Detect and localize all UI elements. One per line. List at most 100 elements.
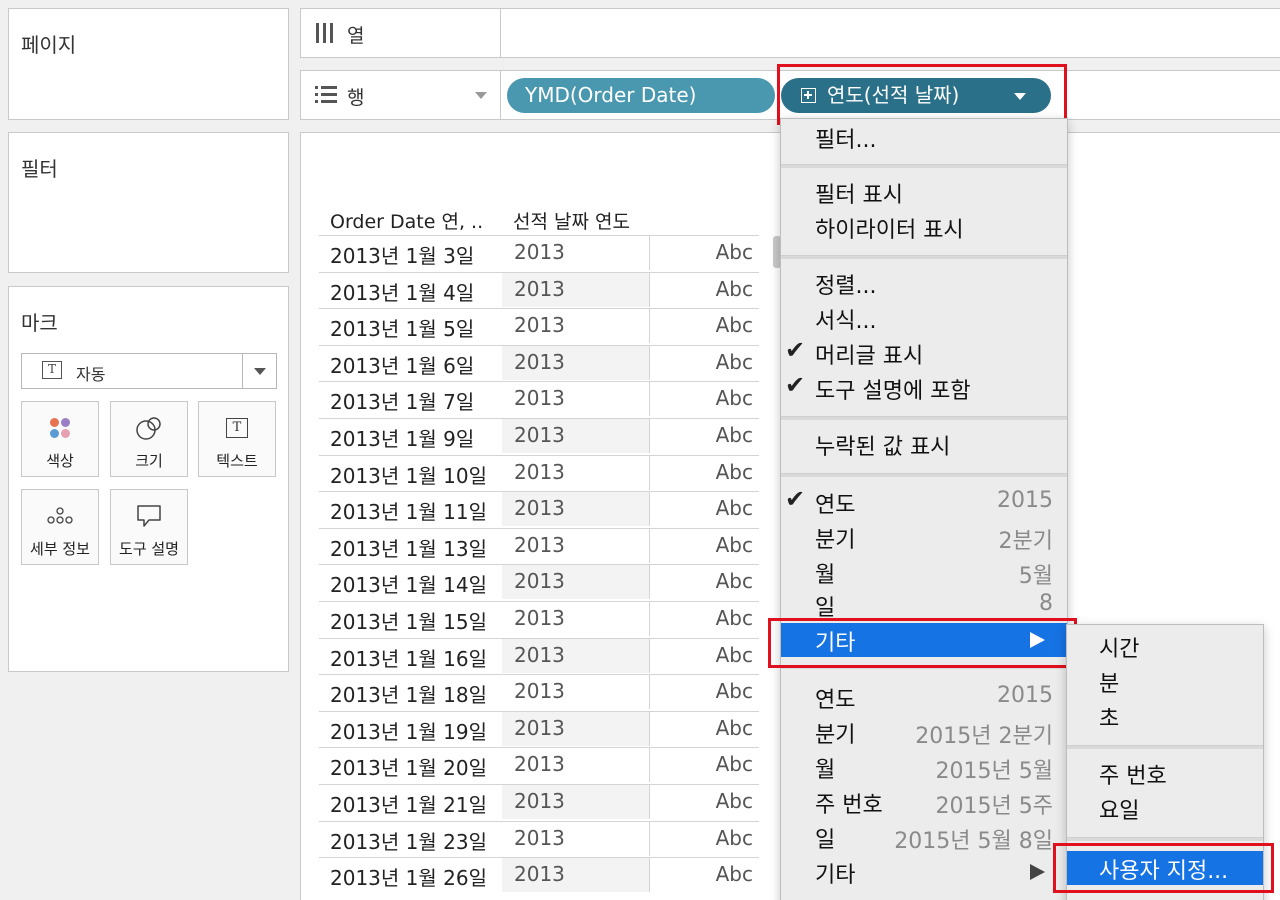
cell-order-date: 2013년 1월 10일 [330,463,487,488]
table-row[interactable]: 2013년 1월 19일 2013 Abc [319,710,759,746]
menu-item-day[interactable]: 일8 [781,588,1067,622]
cell-text-mark: Abc [715,496,753,521]
detail-button-label: 세부 정보 [30,540,90,558]
table-row[interactable]: 2013년 1월 10일 2013 Abc [319,454,759,490]
menu-item-example: 8 [1039,591,1053,616]
header-order-date[interactable]: Order Date 연, .. [330,207,483,234]
table-row[interactable]: 2013년 1월 3일 2013 Abc [319,235,759,270]
cell-ship-year: 2013 [502,602,650,636]
size-button[interactable]: 크기 [110,401,188,477]
cell-order-date: 2013년 1월 26일 [330,866,487,891]
menu-item-label: 연도 [815,493,856,518]
table-row[interactable]: 2013년 1월 6일 2013 Abc [319,344,759,380]
tooltip-button[interactable]: 도구 설명 [110,489,188,565]
table-row[interactable]: 2013년 1월 9일 2013 Abc [319,418,759,453]
table-row[interactable]: 2013년 1월 15일 2013 Abc [319,601,759,636]
menu-item-sort[interactable]: 정렬... [781,266,1067,300]
submenu-item-minute[interactable]: 분 [1067,664,1263,698]
cell-order-date: 2013년 1월 6일 [330,353,475,378]
menu-item-show-header[interactable]: ✔ 머리글 표시 [781,336,1067,370]
submenu-item-week-number[interactable]: 주 번호 [1067,756,1263,790]
menu-item-quarter[interactable]: 분기 2분기 [781,520,1067,554]
table-row[interactable]: 2013년 1월 21일 2013 Abc [319,784,759,819]
menu-item-label: 서식... [815,309,877,334]
menu-item-show-highlighter[interactable]: 하이라이터 표시 [781,210,1067,244]
cell-order-date: 2013년 1월 7일 [330,390,475,415]
cell-ship-year: 2013 [502,675,650,710]
cell-text-mark: Abc [715,386,753,411]
cell-order-date: 2013년 1월 16일 [330,646,487,671]
submenu-item-second[interactable]: 초 [1067,699,1263,733]
pill-ymd-order-date[interactable]: YMD(Order Date) [507,78,775,113]
menu-item-show-missing[interactable]: 누락된 값 표시 [781,427,1067,461]
menu-item-label: 일 [815,828,836,853]
tooltip-icon [111,502,187,530]
table-row[interactable]: 2013년 1월 7일 2013 Abc [319,381,759,417]
cell-text-mark: Abc [715,423,753,447]
table-row[interactable]: 2013년 1월 26일 2013 Abc [319,857,759,893]
text-button[interactable]: T 텍스트 [198,401,276,477]
menu-item-month[interactable]: 월 5월 [781,555,1067,589]
menu-item-exact-more[interactable]: 기타 [781,855,1067,889]
submenu-item-weekday[interactable]: 요일 [1067,791,1263,825]
menu-item-label: 누락된 값 표시 [815,435,951,460]
filters-panel-title: 필터 [21,157,58,181]
marks-panel-title: 마크 [21,311,58,335]
menu-item-include-tooltip[interactable]: ✔ 도구 설명에 포함 [781,371,1067,405]
cell-text-mark: Abc [715,240,753,264]
cell-text-mark: Abc [715,642,753,667]
rows-icon [315,86,337,108]
cell-ship-year: 2013 [502,455,650,490]
cell-text-mark: Abc [715,679,753,704]
cell-order-date: 2013년 1월 13일 [330,536,487,561]
highlight-box-pill [777,64,1067,125]
mark-type-dropdown[interactable]: T 자동 [21,353,277,389]
highlight-box-more [768,618,1077,668]
cell-order-date: 2013년 1월 23일 [330,829,487,854]
cell-order-date: 2013년 1월 18일 [330,683,487,708]
menu-item-exact-month[interactable]: 월 2015년 5월 [781,750,1067,784]
submenu-item-hour[interactable]: 시간 [1067,629,1263,663]
table-row[interactable]: 2013년 1월 20일 2013 Abc [319,747,759,783]
size-circles-icon [111,414,187,442]
menu-item-example: 2015 [997,683,1053,708]
menu-item-exact-year[interactable]: 연도 2015 [781,680,1067,714]
cell-ship-year: 2013 [502,638,650,673]
menu-item-exact-week[interactable]: 주 번호 2015년 5주 [781,785,1067,819]
menu-separator [781,416,1067,420]
cell-order-date: 2013년 1월 19일 [330,719,487,744]
table-row[interactable]: 2013년 1월 5일 2013 Abc [319,308,759,344]
menu-item-exact-day[interactable]: 일 2015년 5월 8일 [781,820,1067,854]
menu-item-filter[interactable]: 필터... [781,120,1067,154]
menu-item-label: 필터... [815,128,877,153]
header-ship-year[interactable]: 선적 날짜 연도 [513,207,630,234]
menu-item-show-filter[interactable]: 필터 표시 [781,175,1067,209]
cell-ship-year: 2013 [502,785,650,819]
table-row[interactable]: 2013년 1월 13일 2013 Abc [319,527,759,563]
detail-button[interactable]: 세부 정보 [21,489,99,565]
menu-item-exact-quarter[interactable]: 분기 2015년 2분기 [781,715,1067,749]
menu-item-example: 5월 [1018,564,1053,589]
table-row[interactable]: 2013년 1월 11일 2013 Abc [319,491,759,527]
text-button-label: 텍스트 [216,452,258,470]
menu-item-example: 2015년 5월 8일 [894,829,1053,854]
menu-item-example: 2015년 5주 [935,794,1053,819]
table-row[interactable]: 2013년 1월 14일 2013 Abc [319,564,759,600]
columns-shelf[interactable]: 열 [300,8,1280,58]
cell-ship-year: 2013 [502,528,650,563]
filters-panel[interactable]: 필터 [8,132,289,273]
menu-item-label: 하이라이터 표시 [815,218,964,243]
table-row[interactable]: 2013년 1월 23일 2013 Abc [319,820,759,856]
chevron-down-icon[interactable] [475,92,487,99]
chevron-down-icon[interactable] [242,354,276,388]
menu-item-label: 초 [1099,707,1120,732]
menu-item-format[interactable]: 서식... [781,301,1067,335]
table-row[interactable]: 2013년 1월 18일 2013 Abc [319,674,759,710]
color-button[interactable]: 색상 [21,401,99,477]
cell-ship-year: 2013 [502,858,650,893]
tooltip-button-label: 도구 설명 [119,540,179,558]
menu-item-year[interactable]: ✔ 연도 2015 [781,485,1067,519]
menu-separator [1067,837,1263,841]
table-row[interactable]: 2013년 1월 16일 2013 Abc [319,637,759,673]
table-row[interactable]: 2013년 1월 4일 2013 Abc [319,271,759,307]
